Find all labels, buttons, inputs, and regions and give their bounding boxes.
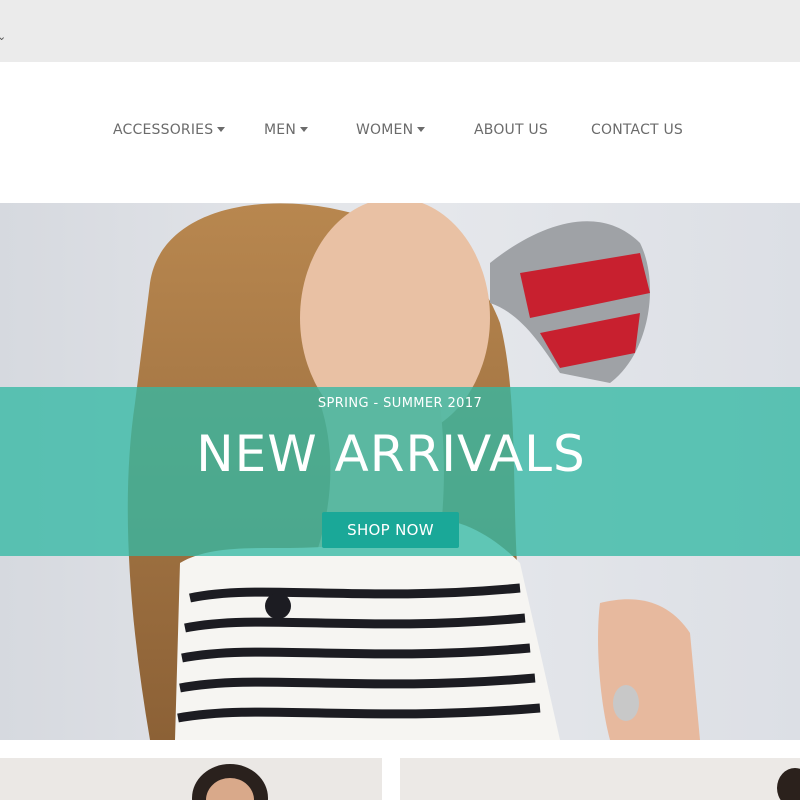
product-card[interactable] [0, 758, 382, 800]
season-label: SPRING - SUMMER 2017 [317, 396, 483, 411]
woman-portrait-image [0, 758, 382, 800]
nav-item-accessories[interactable]: ACCESSORIES [113, 120, 226, 140]
nav-item-label: CONTACT US [591, 122, 683, 138]
nav-item-label: ABOUT US [474, 122, 548, 138]
nav-item-label: MEN [264, 122, 296, 138]
caret-down-icon [417, 126, 426, 132]
caret-down-icon [300, 126, 308, 132]
nav-item-label: ACCESSORIES [113, 122, 214, 138]
hero-banner: SPRING - SUMMER 2017 NEW ARRIVALS SHOP N… [0, 387, 800, 556]
nav-item-contact-us[interactable]: CONTACT US [591, 120, 683, 140]
nav-item-men[interactable]: MEN [264, 120, 308, 140]
shop-now-button[interactable]: SHOP NOW [322, 512, 459, 548]
nav-item-women[interactable]: WOMEN [356, 120, 426, 140]
caret-down-icon [217, 126, 226, 132]
product-card[interactable] [400, 758, 800, 800]
nav-item-about-us[interactable]: ABOUT US [474, 120, 548, 140]
product-cards [0, 740, 800, 800]
main-navigation: ACCESSORIES MEN WOMEN ABOUT US CONTACT U… [0, 62, 800, 203]
top-bar: ⌄ [0, 0, 800, 62]
chevron-down-icon[interactable]: ⌄ [0, 30, 11, 44]
model-image [400, 758, 800, 800]
hero-title: NEW ARRIVALS [196, 425, 586, 483]
nav-item-label: WOMEN [356, 122, 414, 138]
